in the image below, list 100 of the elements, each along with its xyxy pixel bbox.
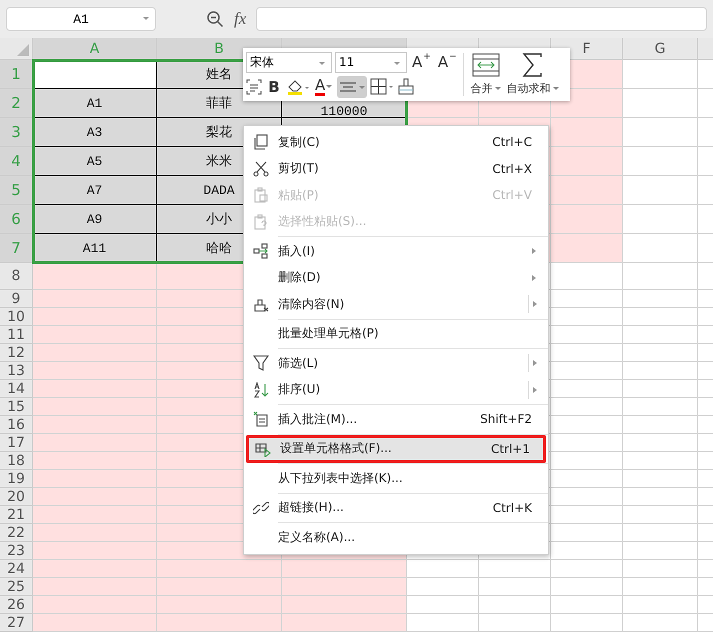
table-cell bbox=[407, 578, 479, 596]
row-header[interactable]: 23 bbox=[0, 542, 33, 560]
table-cell: A9 bbox=[33, 205, 157, 234]
table-cell bbox=[407, 596, 479, 614]
table-cell bbox=[551, 234, 623, 263]
grow-font-button[interactable]: A+ bbox=[410, 51, 433, 73]
row-header[interactable]: 21 bbox=[0, 506, 33, 524]
row-header[interactable]: 25 bbox=[0, 578, 33, 596]
menu-item[interactable]: 从下拉列表中选择(K)... bbox=[244, 465, 548, 492]
table-cell bbox=[551, 434, 623, 452]
row-header[interactable]: 17 bbox=[0, 434, 33, 452]
row-header[interactable]: 9 bbox=[0, 290, 33, 308]
submenu-arrow-icon bbox=[532, 248, 536, 254]
comment-icon bbox=[253, 411, 269, 428]
table-cell bbox=[551, 488, 623, 506]
borders-icon[interactable] bbox=[370, 78, 394, 96]
shrink-font-button[interactable]: A− bbox=[436, 51, 459, 73]
table-cell bbox=[479, 578, 551, 596]
function-button[interactable]: fx bbox=[234, 9, 246, 29]
copy-icon bbox=[253, 134, 269, 150]
menu-item[interactable]: 筛选(L) bbox=[244, 350, 548, 376]
menu-item[interactable]: 排序(U) bbox=[244, 376, 548, 403]
table-cell bbox=[551, 542, 623, 560]
row-header[interactable]: 19 bbox=[0, 470, 33, 488]
table-cell bbox=[551, 344, 623, 362]
row-header[interactable]: 16 bbox=[0, 416, 33, 434]
table-cell bbox=[551, 263, 623, 290]
submenu-arrow-icon bbox=[532, 274, 536, 281]
row-header[interactable]: 13 bbox=[0, 362, 33, 380]
menu-item[interactable]: 批量处理单元格(P) bbox=[244, 320, 548, 347]
table-cell: A7 bbox=[33, 176, 157, 205]
align-center-icon bbox=[339, 80, 366, 94]
table-cell bbox=[551, 380, 623, 398]
row-header[interactable]: 8 bbox=[0, 263, 33, 290]
format-painter-icon[interactable] bbox=[397, 78, 416, 96]
table-cell bbox=[551, 416, 623, 434]
clipboard-icon bbox=[253, 187, 269, 204]
row-header[interactable]: 15 bbox=[0, 398, 33, 416]
row-header[interactable]: 10 bbox=[0, 308, 33, 326]
zoom-icon[interactable] bbox=[206, 10, 224, 28]
insert-cells-icon bbox=[253, 243, 269, 260]
clipboard-icon bbox=[253, 214, 269, 230]
table-cell bbox=[479, 560, 551, 578]
align-button[interactable] bbox=[337, 76, 368, 98]
menu-item[interactable]: 删除(D) bbox=[244, 264, 548, 291]
row-header[interactable]: 14 bbox=[0, 380, 33, 398]
table-cell bbox=[551, 560, 623, 578]
font-color-button[interactable]: A bbox=[313, 76, 334, 98]
row-header[interactable]: 18 bbox=[0, 452, 33, 470]
caret-icon bbox=[143, 17, 149, 21]
row-header[interactable]: 26 bbox=[0, 596, 33, 614]
row-header[interactable]: 12 bbox=[0, 344, 33, 362]
row-header[interactable]: 22 bbox=[0, 524, 33, 542]
table-cell bbox=[551, 524, 623, 542]
row-header[interactable]: 24 bbox=[0, 560, 33, 578]
font-select[interactable]: 宋体 bbox=[246, 52, 332, 72]
formula-input[interactable] bbox=[256, 7, 707, 31]
table-cell: A3 bbox=[33, 118, 157, 147]
table-cell bbox=[551, 578, 623, 596]
table-cell: A11 bbox=[33, 234, 157, 263]
row-header[interactable]: 11 bbox=[0, 326, 33, 344]
fill-color-icon[interactable] bbox=[286, 78, 310, 96]
link-icon bbox=[253, 500, 269, 516]
table-cell bbox=[551, 205, 623, 234]
scissors-icon bbox=[253, 160, 269, 177]
menu-item[interactable]: 超链接(H)... Ctrl+K bbox=[244, 494, 548, 521]
table-cell bbox=[551, 326, 623, 344]
menu-item[interactable]: 清除内容(N) bbox=[244, 291, 548, 318]
corner-triangle-icon bbox=[17, 44, 29, 56]
table-cell bbox=[551, 147, 623, 176]
column-header[interactable]: G bbox=[623, 38, 698, 60]
menu-item[interactable]: 定义名称(A)... bbox=[244, 524, 548, 550]
row-header[interactable]: 20 bbox=[0, 488, 33, 506]
submenu-arrow-icon bbox=[532, 386, 536, 393]
font-size-select[interactable]: 11 bbox=[335, 52, 407, 72]
table-cell bbox=[551, 506, 623, 524]
table-cell bbox=[551, 470, 623, 488]
filter-icon bbox=[253, 355, 269, 372]
merge-button[interactable]: 合并 bbox=[468, 51, 504, 98]
menu-item[interactable]: 设置单元格格式(F)... Ctrl+1 bbox=[246, 436, 546, 462]
row-header[interactable]: 27 bbox=[0, 614, 33, 632]
table-cell bbox=[551, 452, 623, 470]
menu-item[interactable]: 插入批注(M)... Shift+F2 bbox=[244, 406, 548, 432]
table-cell bbox=[551, 398, 623, 416]
sort-icon bbox=[253, 382, 269, 398]
submenu-arrow-icon bbox=[532, 301, 536, 308]
table-cell: A1 bbox=[33, 89, 157, 118]
table-cell bbox=[551, 308, 623, 326]
submenu-arrow-icon bbox=[532, 360, 536, 366]
merge-cells-icon bbox=[472, 53, 500, 77]
table-cell bbox=[551, 176, 623, 205]
table-cell: A5 bbox=[33, 147, 157, 176]
sigma-icon bbox=[522, 53, 544, 77]
table-cell bbox=[551, 118, 623, 147]
name-box[interactable]: A1 bbox=[6, 7, 156, 31]
table-cell bbox=[407, 560, 479, 578]
wrap-text-icon[interactable] bbox=[246, 79, 262, 95]
table-cell bbox=[551, 596, 623, 614]
format-cells-icon bbox=[255, 440, 271, 457]
table-cell bbox=[479, 596, 551, 614]
